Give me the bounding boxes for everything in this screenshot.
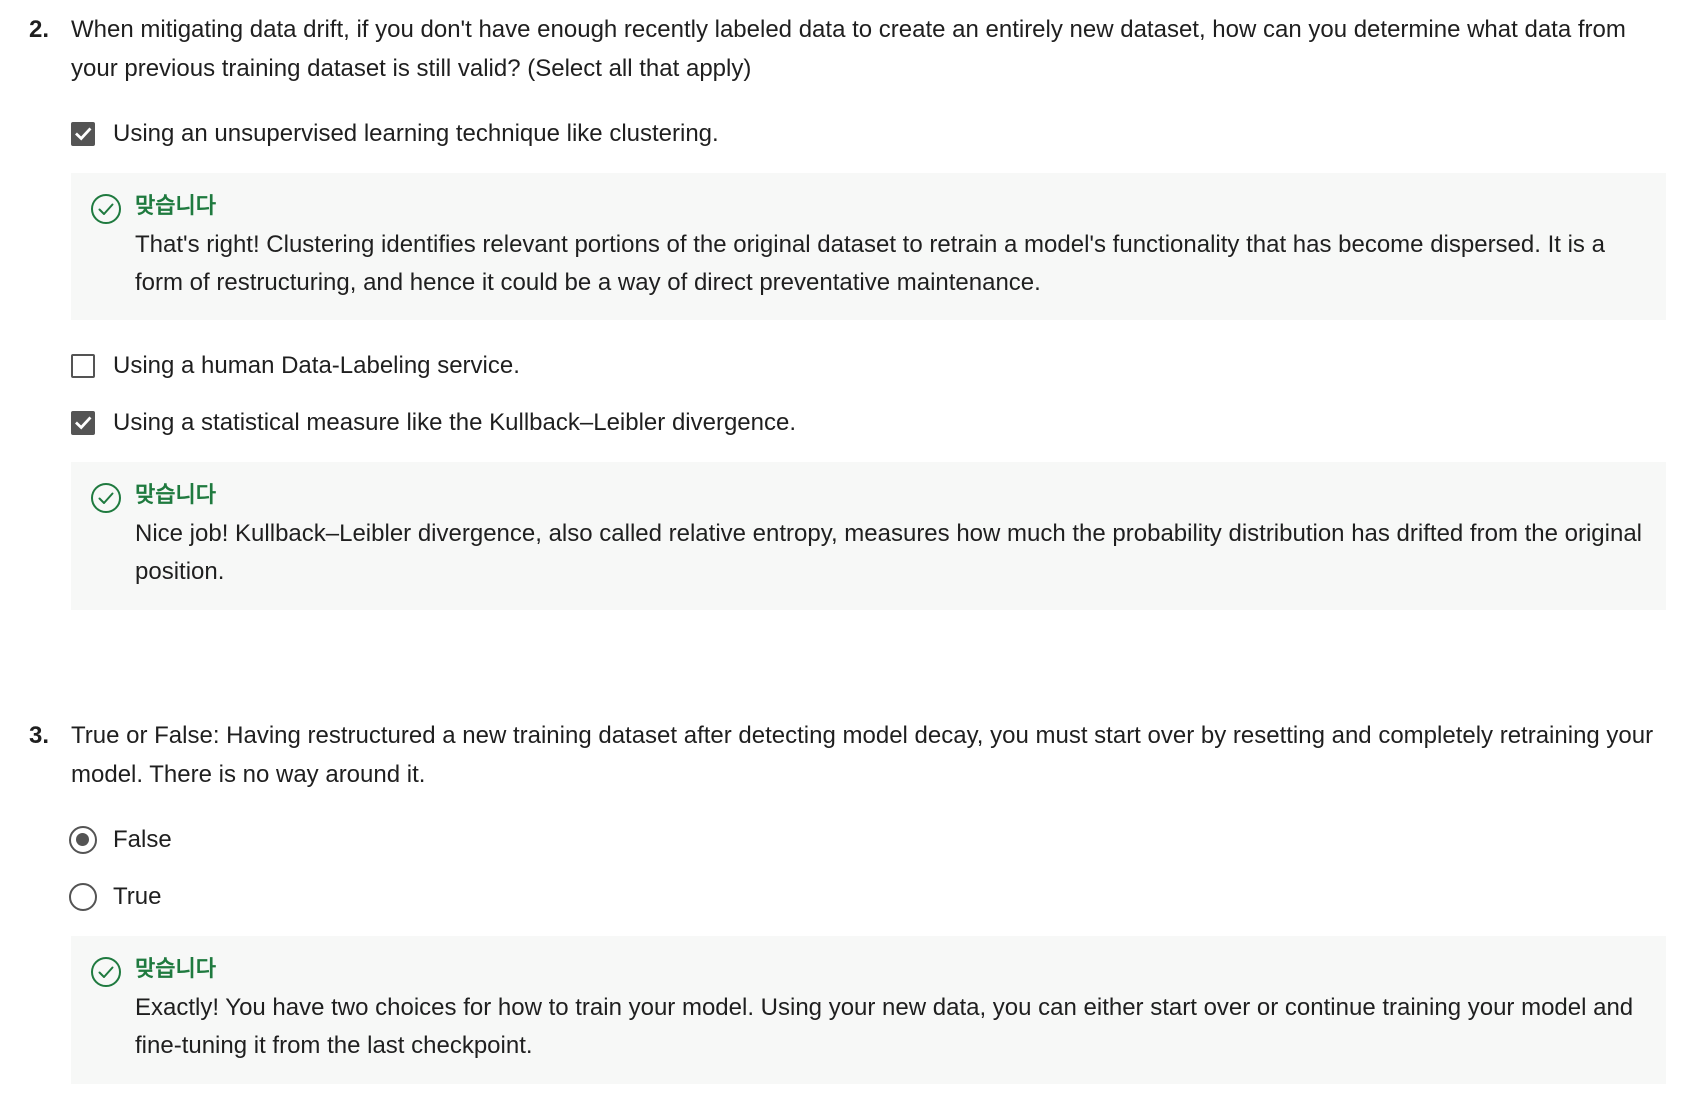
option-false[interactable]: False [69, 824, 172, 856]
question-text: When mitigating data drift, if you don't… [71, 16, 1626, 82]
question-number: 2. [29, 16, 50, 43]
check-circle-icon [91, 957, 121, 987]
feedback-text: Exactly! You have two choices for how to… [135, 994, 1634, 1059]
option-label: True [113, 883, 162, 910]
feedback-correct-kl: 맞습니다 Nice job! Kullback–Leibler divergen… [71, 462, 1666, 610]
radio-selected[interactable] [69, 826, 97, 854]
feedback-title: 맞습니다 [135, 194, 216, 219]
feedback-title: 맞습니다 [135, 957, 216, 982]
question-text: True or False: Having restructured a new… [71, 722, 1654, 788]
option-clustering[interactable]: Using an unsupervised learning technique… [71, 118, 719, 150]
check-circle-icon [91, 483, 121, 513]
option-kl-divergence[interactable]: Using a statistical measure like the Kul… [71, 407, 796, 439]
check-circle-icon [91, 194, 121, 224]
question-number: 3. [29, 722, 50, 749]
option-label: Using a statistical measure like the Kul… [113, 409, 797, 436]
feedback-text: Nice job! Kullback–Leibler divergence, a… [135, 520, 1643, 585]
checkbox-checked[interactable] [71, 122, 95, 146]
feedback-text: That's right! Clustering identifies rele… [135, 231, 1605, 296]
feedback-correct-clustering: 맞습니다 That's right! Clustering identifies… [71, 173, 1666, 320]
checkbox-unchecked[interactable] [71, 354, 95, 378]
option-data-labeling[interactable]: Using a human Data-Labeling service. [71, 350, 520, 382]
radio-unselected[interactable] [69, 883, 97, 911]
option-label: Using a human Data-Labeling service. [113, 352, 520, 379]
checkmark-icon [75, 416, 92, 430]
option-true[interactable]: True [69, 881, 162, 913]
feedback-correct-q3: 맞습니다 Exactly! You have two choices for h… [71, 936, 1666, 1084]
checkmark-icon [75, 127, 92, 141]
feedback-title: 맞습니다 [135, 483, 216, 508]
option-label: False [113, 826, 172, 853]
option-label: Using an unsupervised learning technique… [113, 120, 719, 147]
checkbox-checked[interactable] [71, 411, 95, 435]
